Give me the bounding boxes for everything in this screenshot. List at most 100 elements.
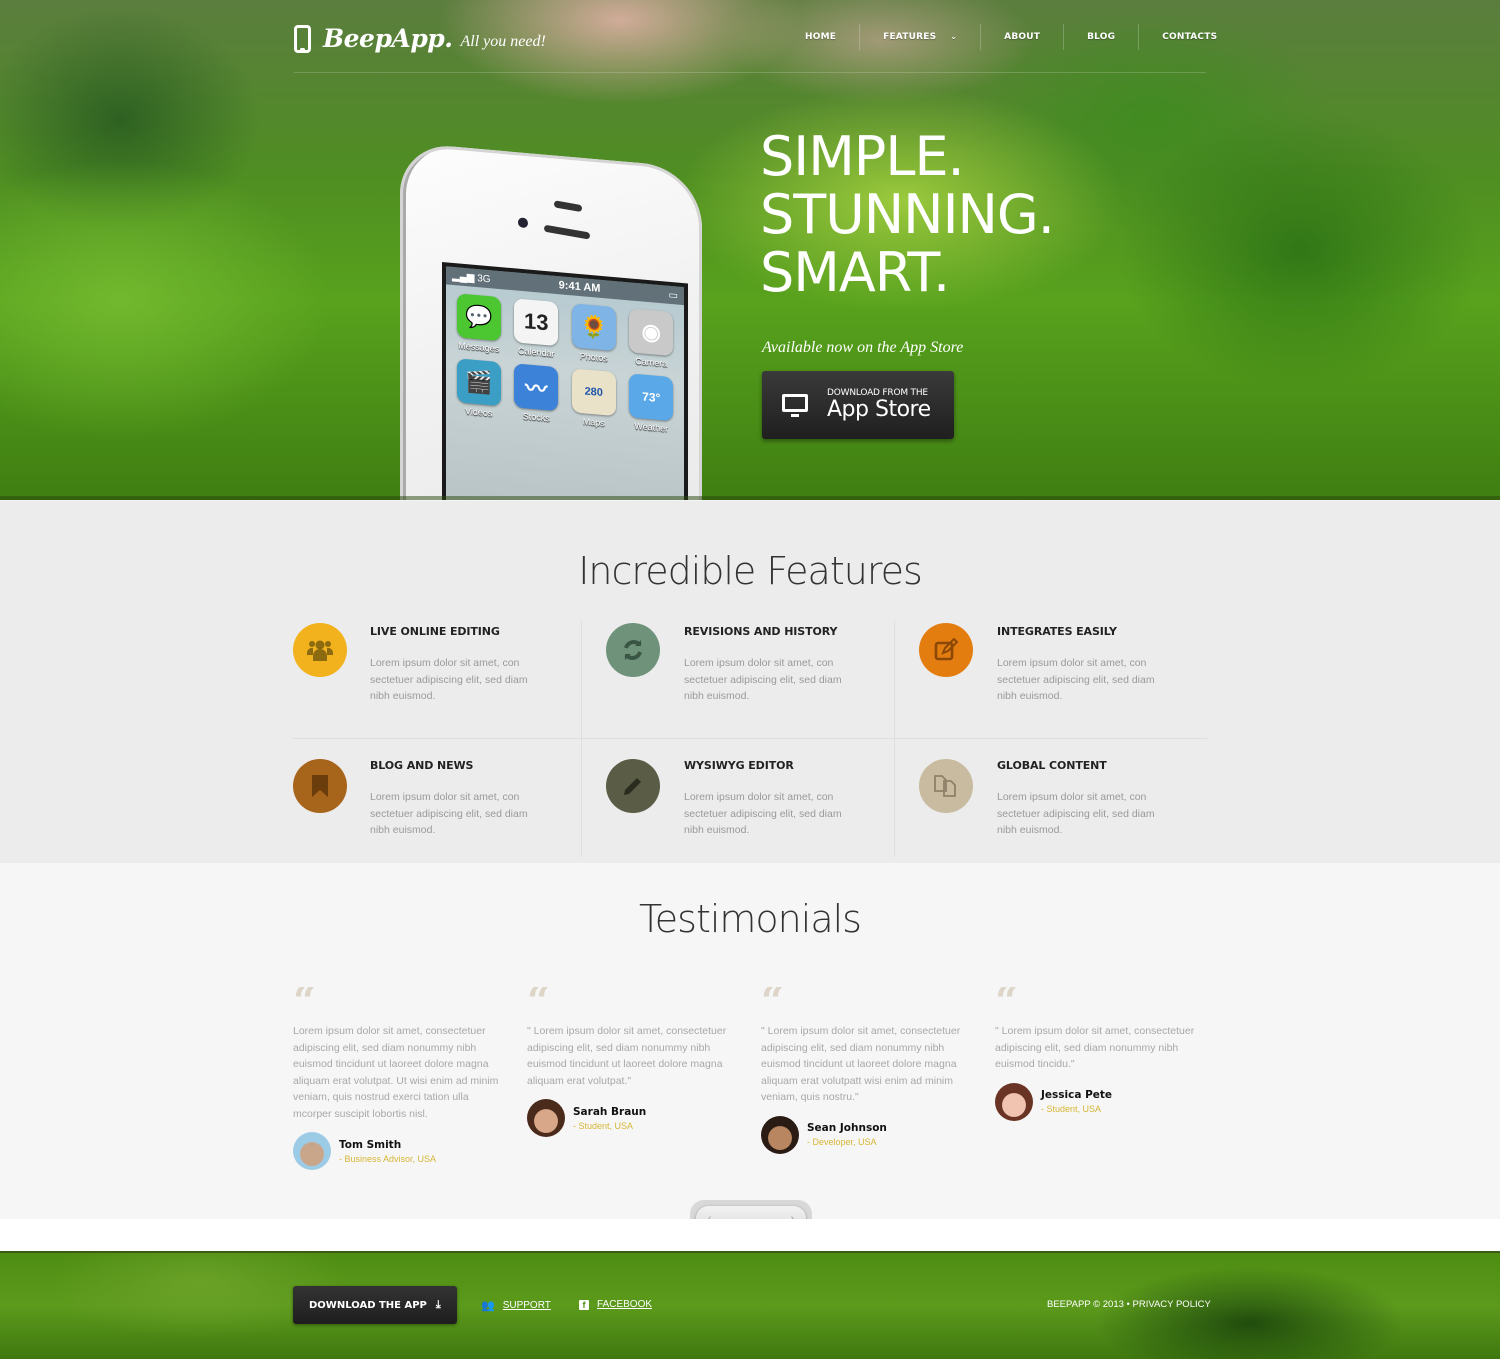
app-label: Photos [579, 351, 608, 364]
app-icon: 💬 [456, 293, 501, 342]
quote-icon: “ [995, 987, 1229, 1009]
feature-description: Lorem ipsum dolor sit amet, con sectetue… [684, 657, 842, 702]
feature-item: BLOG AND NEWS Lorem ipsum dolor sit amet,… [293, 739, 581, 857]
phone-screen: ▂▄▆ 3G 9:41 AM ▭ 💬 Messages 13 Calendar 🌻 Pho… [442, 262, 688, 501]
feature-description: Lorem ipsum dolor sit amet, con sectetue… [997, 657, 1155, 702]
feature-description: Lorem ipsum dolor sit amet, con sectetue… [684, 791, 842, 836]
bookmark-icon [293, 759, 347, 813]
hero-section: BeepApp. All you need! HOME FEATURES ⌄ AB… [0, 0, 1500, 501]
testimonials-grid: “ Lorem ipsum dolor sit amet, consectetue… [293, 987, 1229, 1170]
app-icon: 〰 [514, 363, 559, 412]
logo-tagline: All you need! [460, 32, 546, 50]
feature-item: REVISIONS AND HISTORY Lorem ipsum dolor s… [581, 621, 894, 739]
nav-features-label: FEATURES [883, 32, 937, 42]
download-icon: ⤓ [435, 1298, 441, 1311]
phone-speaker [553, 200, 583, 213]
feature-title: WYSIWYG EDITOR [684, 759, 794, 772]
avatar [761, 1115, 799, 1154]
app-label: Messages [458, 340, 500, 355]
author-role: - Student, USA [573, 1120, 634, 1131]
signal-carrier: ▂▄▆ 3G [452, 270, 491, 285]
author-name: Sean Johnson [807, 1122, 887, 1134]
author-role: - Developer, USA [807, 1137, 877, 1147]
phone-app: 73° Weather [627, 373, 677, 434]
app-icon: ◉ [629, 308, 674, 357]
logo-name: BeepApp. [323, 24, 453, 53]
feature-title: LIVE ONLINE EDITING [370, 625, 500, 638]
nav-home[interactable]: HOME [782, 24, 861, 50]
feature-item: INTEGRATES EASILY Lorem ipsum dolor sit a… [894, 621, 1207, 739]
features-grid: LIVE ONLINE EDITING Lorem ipsum dolor sit… [293, 621, 1207, 857]
feature-description: Lorem ipsum dolor sit amet, con sectetue… [997, 791, 1155, 836]
nav-features[interactable]: FEATURES ⌄ [860, 24, 982, 50]
download-app-label: DOWNLOAD THE APP [309, 1299, 427, 1311]
nav-about-label: ABOUT [1004, 32, 1041, 42]
headline-line: SIMPLE. [760, 125, 965, 188]
app-label: Weather [634, 420, 669, 434]
testimonials-title: Testimonials [639, 897, 862, 941]
feature-item: GLOBAL CONTENT Lorem ipsum dolor sit amet… [894, 739, 1207, 857]
testimonial-author: Jessica Pete - Student, USA [995, 1082, 1229, 1121]
hero-subtitle: Available now on the App Store [762, 339, 964, 356]
facebook-label: FACEBOOK [597, 1299, 653, 1310]
users-icon [293, 623, 347, 677]
app-label: Calendar [517, 345, 555, 359]
nav-blog-label: BLOG [1087, 32, 1116, 42]
testimonial-author: Tom Smith - Business Advisor, USA [293, 1132, 527, 1170]
headline-line: STUNNING. [760, 183, 1055, 246]
testimonial-card: “ " Lorem ipsum dolor sit amet, consectet… [995, 987, 1229, 1170]
nav-home-label: HOME [805, 32, 837, 42]
download-app-button[interactable]: DOWNLOAD THE APP ⤓ [293, 1286, 457, 1324]
testimonial-text: " Lorem ipsum dolor sit amet, consectetu… [761, 1025, 961, 1103]
facebook-link[interactable]: f FACEBOOK [579, 1299, 652, 1310]
copyright[interactable]: BEEPAPP © 2013 • PRIVACY POLICY [1047, 1299, 1211, 1310]
quote-icon: “ [527, 987, 761, 1009]
author-role: - Student, USA [1041, 1104, 1102, 1114]
feature-description: Lorem ipsum dolor sit amet, con sectetue… [370, 791, 528, 836]
nav-contacts[interactable]: CONTACTS [1139, 24, 1217, 50]
testimonial-text: " Lorem ipsum dolor sit amet, consectetu… [995, 1025, 1195, 1070]
app-icon: 280 [571, 368, 616, 417]
header-divider [294, 72, 1206, 73]
phone-app: 〰 Stocks [512, 363, 562, 424]
author-role: - Business Advisor, USA [339, 1153, 437, 1164]
avatar [995, 1082, 1033, 1121]
phone-time: 9:41 AM [558, 279, 601, 295]
nav-blog[interactable]: BLOG [1064, 24, 1140, 50]
features-section: Incredible Features LIVE ONLINE EDITING L… [0, 501, 1500, 863]
app-icon: 73° [629, 373, 674, 422]
author-name: Sarah Braun [573, 1105, 647, 1118]
testimonial-text: Lorem ipsum dolor sit amet, consectetuer… [293, 1025, 499, 1120]
main-nav: HOME FEATURES ⌄ ABOUT BLOG CONTACTS [782, 24, 1217, 50]
phone-app: 🌻 Photos [569, 303, 619, 364]
avatar [527, 1099, 565, 1137]
hero-headline: SIMPLE. STUNNING. SMART. [760, 125, 1055, 304]
feature-title: BLOG AND NEWS [370, 759, 474, 772]
app-grid: 💬 Messages 13 Calendar 🌻 Photos ◉ Camera 🎬 Videos… [446, 284, 684, 443]
author-name: Jessica Pete [1041, 1089, 1113, 1101]
logo[interactable]: BeepApp. All you need! [294, 24, 546, 53]
facebook-icon: f [579, 1299, 589, 1310]
feature-description: Lorem ipsum dolor sit amet, con sectetue… [370, 657, 528, 702]
feature-item: WYSIWYG EDITOR Lorem ipsum dolor sit amet… [581, 739, 894, 857]
chevron-down-icon: ⌄ [950, 32, 958, 41]
pencil-icon [606, 759, 660, 813]
phone-logo-icon [294, 24, 311, 53]
nav-about[interactable]: ABOUT [981, 24, 1065, 50]
app-icon: 🎬 [456, 358, 501, 407]
phone-app: 🎬 Videos [454, 358, 504, 419]
battery-icon: ▭ [668, 289, 678, 302]
spacer-band [0, 1219, 1500, 1251]
features-title: Incredible Features [578, 549, 923, 593]
app-store-button[interactable]: DOWNLOAD FROM THE App Store [762, 371, 954, 439]
copy-icon [919, 759, 973, 813]
app-label: Camera [635, 355, 668, 369]
quote-icon: “ [761, 987, 995, 1009]
testimonials-section: Testimonials “ Lorem ipsum dolor sit amet… [0, 863, 1500, 1219]
headline-line: SMART. [760, 241, 950, 304]
testimonial-card: “ Lorem ipsum dolor sit amet, consectetue… [293, 987, 527, 1170]
testimonial-author: Sean Johnson - Developer, USA [761, 1115, 995, 1154]
testimonial-text: " Lorem ipsum dolor sit amet, consectetu… [527, 1025, 727, 1087]
feature-item: LIVE ONLINE EDITING Lorem ipsum dolor sit… [293, 621, 581, 739]
support-link[interactable]: 👥 SUPPORT [481, 1299, 551, 1312]
